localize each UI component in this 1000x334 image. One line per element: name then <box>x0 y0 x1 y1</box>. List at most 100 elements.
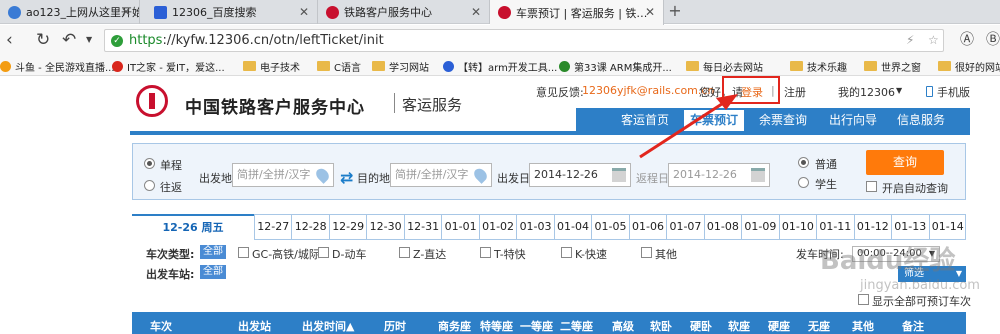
auto-query-checkbox[interactable] <box>866 181 877 192</box>
feedback-label: 意见反馈: <box>536 86 584 99</box>
site-title[interactable]: 中国铁路客户服务中心 <box>185 93 365 118</box>
date-tab[interactable]: 01-13 <box>891 214 928 240</box>
address-bar[interactable]: ✓ https ://kyfw.12306.cn/otn/leftTicket/… <box>104 29 944 52</box>
date-tab[interactable]: 01-06 <box>628 214 666 240</box>
swap-arrows-icon[interactable]: ⇄ <box>340 168 353 187</box>
lesson-icon <box>559 60 570 72</box>
bookmark-folder-c[interactable]: C语言 <box>317 58 361 74</box>
table-header-cell: 一等座 <box>520 320 553 333</box>
chevron-down-icon[interactable]: ▼ <box>86 29 92 51</box>
paw-icon <box>443 60 454 72</box>
extension-a-icon[interactable]: Ⓐ <box>960 29 974 51</box>
date-tab[interactable]: 01-12 <box>853 214 891 240</box>
close-icon[interactable]: ✕ <box>471 5 481 19</box>
url-scheme: https <box>129 33 163 48</box>
table-header-cell: 硬卧 <box>690 320 712 333</box>
date-tab[interactable]: 12-28 <box>291 214 328 240</box>
browser-tab-bar: ao123_上网从这里开始 ✕ 12306_百度搜索 ✕ 铁路客户服务中心 ✕ … <box>0 0 1000 25</box>
bookmark-ithome[interactable]: IT之家 - 爱IT，爱这... <box>112 58 225 74</box>
date-tab[interactable]: 01-09 <box>741 214 778 240</box>
checkbox-d[interactable] <box>318 247 329 258</box>
radio-adult[interactable] <box>798 157 809 168</box>
calendar-icon[interactable] <box>612 168 626 182</box>
bookmark-folder-world[interactable]: 世界之窗 <box>864 58 921 74</box>
my-account-link[interactable]: 我的12306 <box>838 84 895 100</box>
watermark-brand: Baidu经验 <box>820 246 956 276</box>
railway-logo-icon <box>326 5 339 19</box>
back-arrow-icon[interactable]: ‹ <box>6 29 13 51</box>
nav-home[interactable]: 客运首页 <box>612 108 678 133</box>
new-tab-button[interactable]: + <box>664 3 686 21</box>
checkbox-t[interactable] <box>480 247 491 258</box>
railway-logo-icon[interactable] <box>136 85 168 117</box>
lightning-icon[interactable]: ⚡ <box>906 29 914 51</box>
browser-tab-railway[interactable]: 铁路客户服务中心 ✕ <box>318 0 490 24</box>
feedback-email-link[interactable]: 12306yjfk@rails.com.cn <box>582 84 714 97</box>
date-tab[interactable]: 01-05 <box>591 214 628 240</box>
date-tab[interactable]: 12-29 <box>328 214 366 240</box>
bookmark-folder-daily[interactable]: 每日必去网站 <box>686 58 763 74</box>
date-tab[interactable]: 01-04 <box>553 214 591 240</box>
date-tab[interactable]: 01-14 <box>928 214 966 240</box>
undo-arrow-icon[interactable]: ↶ <box>62 29 76 51</box>
table-header-cell: 其他 <box>852 320 874 333</box>
checkbox-gc[interactable] <box>238 247 249 258</box>
table-header-cell: 高级 <box>612 320 634 333</box>
train-type-all-badge[interactable]: 全部 <box>200 245 226 259</box>
chevron-down-icon[interactable]: ▼ <box>896 86 902 95</box>
date-tab[interactable]: 01-08 <box>703 214 741 240</box>
mobile-label: 手机版 <box>937 86 970 99</box>
train-type-other: 其他 <box>655 248 677 261</box>
close-icon[interactable]: ✕ <box>299 5 309 19</box>
bookmark-arm-lesson[interactable]: 第33课 ARM集成开... <box>559 58 672 74</box>
extension-b-icon[interactable]: Ⓑ <box>986 29 1000 51</box>
register-link[interactable]: 注册 <box>784 84 806 100</box>
date-tab[interactable]: 01-11 <box>816 214 853 240</box>
close-icon[interactable]: ✕ <box>121 5 131 19</box>
mobile-link[interactable]: 手机版 <box>926 84 970 100</box>
bookmark-folder-study[interactable]: 学习网站 <box>372 58 429 74</box>
date-tab[interactable]: 12-27 <box>254 214 291 240</box>
date-tab[interactable]: 01-02 <box>478 214 516 240</box>
date-tab-active[interactable]: 12-26 周五 <box>132 214 254 241</box>
date-tab[interactable]: 01-07 <box>666 214 703 240</box>
reload-icon[interactable]: ↻ <box>36 29 50 51</box>
date-tab[interactable]: 12-30 <box>366 214 403 240</box>
station-label: 出发车站: <box>146 268 195 281</box>
browser-toolbar: ‹ ↻ ↶ ▼ ✓ https ://kyfw.12306.cn/otn/lef… <box>0 25 1000 56</box>
bookmark-folder-good-sites[interactable]: 很好的网站 <box>938 58 1000 74</box>
checkbox-other[interactable] <box>641 247 652 258</box>
browser-tab-hao123[interactable]: ao123_上网从这里开始 ✕ <box>0 0 140 24</box>
close-icon[interactable]: ✕ <box>645 5 655 19</box>
bookmark-label: 学习网站 <box>389 62 429 74</box>
radio-student[interactable] <box>798 177 809 188</box>
browser-tab-baidu[interactable]: 12306_百度搜索 ✕ <box>146 0 318 24</box>
nav-travel-guide[interactable]: 出行向导 <box>820 108 886 133</box>
bookmark-folder-tech[interactable]: 技术乐趣 <box>790 58 847 74</box>
bookmark-arm-tools[interactable]: 【转】arm开发工具... <box>443 58 557 74</box>
checkbox-z[interactable] <box>399 247 410 258</box>
date-tab[interactable]: 01-10 <box>778 214 816 240</box>
nav-info-service[interactable]: 信息服务 <box>888 108 954 133</box>
student-label: 学生 <box>815 178 837 191</box>
radio-round-trip[interactable] <box>144 180 155 191</box>
station-all-badge[interactable]: 全部 <box>200 265 226 279</box>
radio-one-way[interactable] <box>144 158 155 169</box>
bookmark-label: 斗鱼 - 全民游戏直播... <box>15 62 115 74</box>
date-tab[interactable]: 12-31 <box>403 214 441 240</box>
nav-ticket-booking[interactable]: 车票预订 <box>682 108 746 133</box>
calendar-icon[interactable] <box>751 168 765 182</box>
star-icon[interactable]: ☆ <box>928 29 939 51</box>
checkbox-k[interactable] <box>561 247 572 258</box>
auto-query-label: 开启自动查询 <box>882 182 948 195</box>
bookmark-folder-electronics[interactable]: 电子技术 <box>243 58 300 74</box>
date-tab[interactable]: 01-03 <box>516 214 553 240</box>
bookmark-label: 很好的网站 <box>955 62 1000 74</box>
nav-remaining-tickets[interactable]: 余票查询 <box>750 108 816 133</box>
bookmark-douyu[interactable]: 斗鱼 - 全民游戏直播... <box>0 58 115 74</box>
date-tab[interactable]: 01-01 <box>441 214 478 240</box>
table-header-cell: 备注 <box>902 320 924 333</box>
query-button[interactable]: 查询 <box>866 150 944 175</box>
browser-tab-ticket-booking[interactable]: 车票预订 | 客运服务 | 铁… ✕ <box>490 0 664 25</box>
table-header-cell[interactable]: 出发时间▲ <box>302 318 354 334</box>
